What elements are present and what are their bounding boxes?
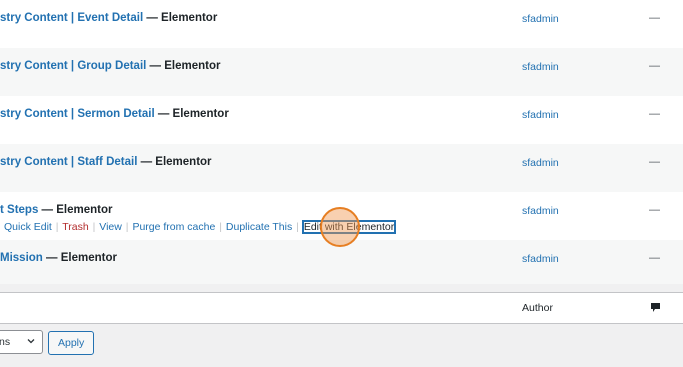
table-row: stry Content | Group Detail — Elementor … <box>0 48 683 96</box>
table-footer-row: Author <box>0 292 683 324</box>
table-row: stry Content | Event Detail — Elementor … <box>0 0 683 48</box>
row-title: stry Content | Group Detail — Elementor <box>0 60 220 72</box>
table-row: t Steps — Elementor Quick Edit | Trash |… <box>0 192 683 240</box>
author-link[interactable]: sfadmin <box>522 205 559 217</box>
row-actions: Quick Edit | Trash | View | Purge from c… <box>0 220 397 234</box>
chevron-down-icon <box>27 339 35 344</box>
edit-with-elementor-link[interactable]: Edit with Elementor <box>301 220 397 234</box>
row-title: stry Content | Sermon Detail — Elementor <box>0 108 229 120</box>
bulk-actions-select[interactable]: ns <box>0 330 43 354</box>
author-link[interactable]: sfadmin <box>522 157 559 169</box>
duplicate-link[interactable]: Duplicate This <box>226 221 292 233</box>
row-title-link[interactable]: stry Content | Staff Detail <box>0 156 137 168</box>
author-link[interactable]: sfadmin <box>522 13 559 25</box>
comment-bubble-icon[interactable] <box>650 302 661 313</box>
comments-dash: — <box>649 204 660 216</box>
comments-dash: — <box>649 60 660 72</box>
row-title-suffix: — Elementor <box>143 12 218 24</box>
row-title: stry Content | Event Detail — Elementor <box>0 12 217 24</box>
author-column-header[interactable]: Author <box>522 302 553 314</box>
comments-dash: — <box>649 12 660 24</box>
action-separator: | <box>125 221 129 233</box>
row-title-suffix: — Elementor <box>38 204 113 216</box>
row-title: t Steps — Elementor <box>0 204 112 216</box>
row-title-suffix: — Elementor <box>137 156 212 168</box>
row-title-link[interactable]: t Steps <box>0 204 38 216</box>
quick-edit-link[interactable]: Quick Edit <box>4 221 52 233</box>
comments-dash: — <box>649 108 660 120</box>
row-title-suffix: — Elementor <box>146 60 221 72</box>
author-link[interactable]: sfadmin <box>522 61 559 73</box>
action-separator: | <box>296 221 299 233</box>
row-title: Mission — Elementor <box>0 252 117 264</box>
author-link[interactable]: sfadmin <box>522 253 559 265</box>
row-title-link[interactable]: stry Content | Group Detail <box>0 60 146 72</box>
table-row: stry Content | Sermon Detail — Elementor… <box>0 96 683 144</box>
row-title-suffix: — Elementor <box>154 108 229 120</box>
comments-dash: — <box>649 252 660 264</box>
action-separator: | <box>92 221 96 233</box>
action-separator: | <box>219 221 222 233</box>
row-title-link[interactable]: stry Content | Sermon Detail <box>0 108 155 120</box>
bulk-actions-value: ns <box>0 336 11 348</box>
author-link[interactable]: sfadmin <box>522 109 559 121</box>
row-title-link[interactable]: stry Content | Event Detail <box>0 12 143 24</box>
table-row: stry Content | Staff Detail — Elementor … <box>0 144 683 192</box>
row-title: stry Content | Staff Detail — Elementor <box>0 156 212 168</box>
table-row: Mission — Elementor sfadmin — <box>0 240 683 284</box>
row-title-link[interactable]: Mission <box>0 252 43 264</box>
purge-cache-link[interactable]: Purge from cache <box>132 221 215 233</box>
view-link[interactable]: View <box>99 221 122 233</box>
comments-dash: — <box>649 156 660 168</box>
action-separator: | <box>55 221 59 233</box>
apply-button[interactable]: Apply <box>48 331 95 355</box>
row-title-suffix: — Elementor <box>42 252 117 264</box>
trash-link[interactable]: Trash <box>62 221 88 233</box>
posts-table: stry Content | Event Detail — Elementor … <box>0 0 683 284</box>
